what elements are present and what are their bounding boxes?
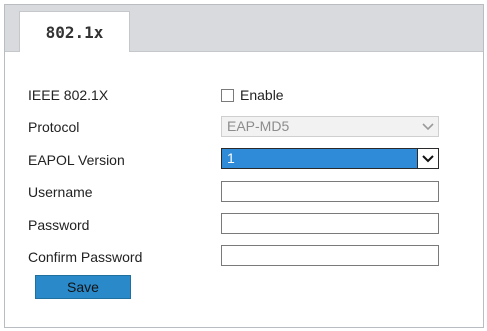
- enable-checkbox[interactable]: [221, 88, 234, 102]
- confirm-password-label: Confirm Password: [28, 249, 143, 265]
- save-button[interactable]: Save: [35, 275, 131, 299]
- chevron-down-icon: [418, 117, 438, 136]
- protocol-select: EAP-MD5: [221, 116, 439, 137]
- enable-checkbox-group[interactable]: Enable: [221, 87, 284, 103]
- eapol-version-select[interactable]: 1: [221, 148, 439, 169]
- eapol-version-select-value[interactable]: 1: [222, 149, 417, 168]
- username-input[interactable]: [221, 181, 439, 202]
- password-label: Password: [28, 217, 90, 233]
- protocol-label: Protocol: [28, 119, 80, 135]
- password-input[interactable]: [221, 213, 439, 234]
- confirm-password-input[interactable]: [221, 245, 439, 266]
- ieee-8021x-label: IEEE 802.1X: [28, 87, 109, 103]
- chevron-down-icon[interactable]: [417, 149, 438, 168]
- tab-802-1x[interactable]: 802.1x: [19, 11, 130, 52]
- username-label: Username: [28, 184, 93, 200]
- tab-bar: 802.1x: [5, 5, 483, 52]
- protocol-select-value: EAP-MD5: [227, 118, 290, 134]
- settings-panel: 802.1x IEEE 802.1X Enable Protocol EAP-M…: [4, 4, 484, 328]
- enable-checkbox-label[interactable]: Enable: [240, 87, 284, 103]
- eapol-version-label: EAPOL Version: [28, 152, 125, 168]
